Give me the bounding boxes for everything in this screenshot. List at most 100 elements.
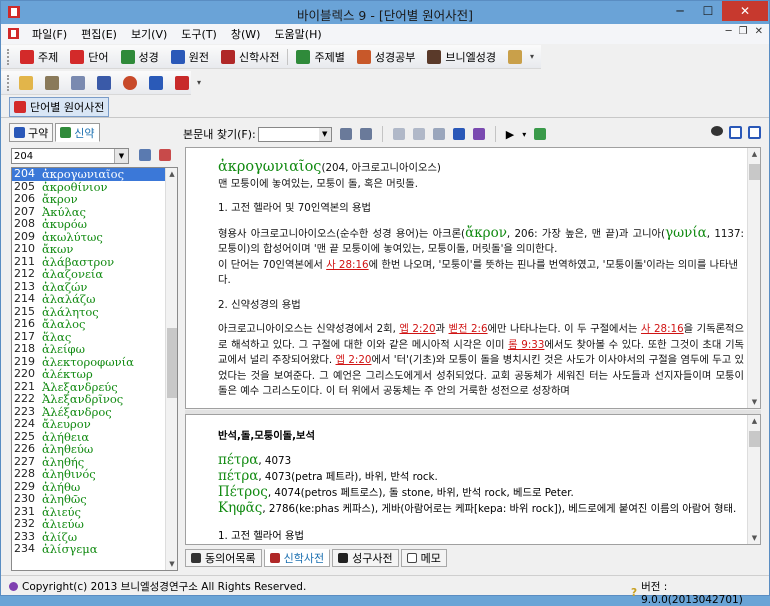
word-list-item[interactable]: 214 ἀλαλάζω [12, 293, 177, 306]
word-list-item[interactable]: 219 ἀλεκτοροφωνία [12, 355, 177, 369]
chevron-down-icon[interactable]: ▼ [114, 149, 128, 163]
word-list-item[interactable]: 217 ἅλας [12, 330, 177, 344]
toolbar-grip[interactable] [7, 74, 9, 91]
books-icon[interactable] [452, 128, 465, 140]
bible-button[interactable]: 성경 [115, 47, 165, 67]
theology-dictionary-button[interactable]: 신학사전 [215, 47, 285, 67]
scroll-down-icon[interactable]: ▼ [748, 396, 760, 408]
word-list-item[interactable]: 232 ἁλιεύω [12, 518, 177, 531]
calendar-button[interactable] [502, 47, 528, 67]
word-list-item[interactable]: 230 ἀληθῶς [12, 493, 177, 506]
word-list-item[interactable]: 222 Ἀλεξανδρῖνος [12, 393, 177, 406]
word-list-item[interactable]: 225 ἀλήθεια [12, 430, 177, 444]
scroll-down-icon[interactable]: ▼ [748, 532, 760, 544]
word-list-item[interactable]: 215 ἀλάλητος [12, 305, 177, 319]
play-icon[interactable]: ▶ [506, 128, 514, 141]
word-list-item[interactable]: 231 ἁλιεύς [12, 505, 177, 519]
tab-word-dictionary[interactable]: 단어별 원어사전 [9, 97, 110, 117]
tab-old-testament[interactable]: 구약 [9, 123, 54, 142]
word-list-item[interactable]: 212 ἀλαζονεία [12, 268, 177, 281]
refresh-icon[interactable] [534, 128, 547, 140]
tab-new-testament[interactable]: 신약 [55, 123, 100, 142]
mdi-doc-icon[interactable] [7, 27, 20, 40]
scroll-thumb[interactable] [749, 164, 760, 180]
highlight-icon[interactable] [472, 128, 485, 140]
toolbar-overflow-icon[interactable]: ▾ [197, 78, 201, 87]
word-list-item[interactable]: 216 ἄλαλος [12, 318, 177, 331]
word-list-item[interactable]: 220 ἀλέκτωρ [12, 368, 177, 381]
pdf-export-button[interactable] [169, 73, 195, 93]
word-list-item[interactable]: 208 ἀκυρόω [12, 218, 177, 231]
scroll-up-icon[interactable]: ▲ [748, 148, 760, 160]
word-list-item[interactable]: 229 ἀλήθω [12, 480, 177, 494]
menu-file[interactable]: 파일(F) [25, 26, 74, 42]
word-list-item[interactable]: 205 ἀκροθίνιον [12, 180, 177, 194]
scripture-link[interactable]: 벧전 2:6 [449, 323, 488, 335]
scroll-thumb[interactable] [749, 431, 760, 447]
find-prev-icon[interactable] [359, 128, 372, 140]
minimize-button[interactable]: ─ [666, 1, 694, 21]
tab-theology-dictionary[interactable]: 신학사전 [263, 549, 331, 567]
chevron-down-icon[interactable]: ▼ [318, 127, 331, 141]
word-list[interactable]: 204 ἀκρογωνιαῖος 205 ἀκροθίνιον 206 ἄκρον 207 Ἀ… [11, 167, 178, 571]
globe-button[interactable] [117, 73, 143, 93]
edit-button[interactable] [39, 73, 65, 93]
bible-study-button[interactable]: 성경공부 [351, 47, 421, 67]
scripture-link[interactable]: 엡 2:20 [336, 354, 372, 366]
word-search-input[interactable]: 204 ▼ [11, 148, 129, 164]
peniel-bible-button[interactable]: 브니엘성경 [421, 47, 502, 67]
mdi-restore-icon[interactable]: ❐ [739, 26, 748, 37]
word-list-item[interactable]: 210 ἄκων [12, 243, 177, 256]
menu-window[interactable]: 창(W) [224, 26, 268, 42]
eye-icon[interactable] [711, 126, 723, 136]
open-folder-button[interactable] [13, 73, 39, 93]
word-list-item[interactable]: 227 ἀληθής [12, 455, 177, 469]
page-text-icon[interactable] [412, 128, 425, 140]
page-icon[interactable] [392, 128, 405, 140]
scripture-link[interactable]: 사 28:16 [641, 323, 684, 335]
menu-view[interactable]: 보기(V) [124, 26, 174, 42]
word-list-item[interactable]: 221 Ἀλεξανδρεύς [12, 380, 177, 394]
word-list-item[interactable]: 228 ἀληθινός [12, 468, 177, 481]
word-list-item[interactable]: 206 ἄκρον [12, 193, 177, 206]
related-words-view[interactable]: 반석,돌,모퉁이돌,보석 πέτρα, 4073 πέτρα, 4073(pet… [185, 414, 761, 545]
toolbar-overflow-icon[interactable]: ▾ [530, 52, 534, 61]
save-button[interactable] [91, 73, 117, 93]
layout-single-icon[interactable] [729, 126, 742, 139]
maximize-button[interactable]: ☐ [694, 1, 722, 21]
menu-edit[interactable]: 편집(E) [74, 26, 124, 42]
word-list-item[interactable]: 223 Ἀλέξανδρος [12, 405, 177, 419]
word-list-item[interactable]: 204 ἀκρογωνιαῖος [12, 168, 177, 181]
scripture-link[interactable]: 롬 9:33 [508, 339, 544, 351]
related-scrollbar[interactable]: ▲ ▼ [747, 415, 760, 544]
mdi-close-icon[interactable]: ✕ [755, 26, 763, 37]
tab-synonyms[interactable]: 동의어목록 [185, 549, 262, 567]
entry-scrollbar[interactable]: ▲ ▼ [747, 148, 760, 408]
tab-memo[interactable]: 메모 [400, 549, 447, 567]
word-list-scrollbar[interactable]: ▲ ▼ [165, 168, 177, 570]
word-list-item[interactable]: 218 ἀλείφω [12, 343, 177, 356]
word-list-item[interactable]: 213 ἀλαζών [12, 280, 177, 294]
scripture-link[interactable]: 사 28:16 [326, 259, 368, 271]
word-button[interactable]: 단어 [64, 47, 114, 67]
original-text-button[interactable]: 원전 [165, 47, 215, 67]
scroll-up-icon[interactable]: ▲ [166, 168, 177, 180]
word-list-item[interactable]: 234 ἀλίσγεμα [12, 543, 177, 556]
menu-tools[interactable]: 도구(T) [174, 26, 224, 42]
word-list-item[interactable]: 211 ἀλάβαστρον [12, 255, 177, 269]
scroll-up-icon[interactable]: ▲ [748, 415, 760, 427]
menu-help[interactable]: 도움말(H) [267, 26, 328, 42]
tab-concordance[interactable]: 성구사전 [332, 549, 399, 567]
word-list-item[interactable]: 233 ἁλίζω [12, 530, 177, 544]
search-go-icon[interactable] [139, 149, 151, 161]
word-list-item[interactable]: 209 ἀκωλύτως [12, 230, 177, 244]
find-next-icon[interactable] [339, 128, 352, 140]
layout-split-icon[interactable] [748, 126, 761, 139]
close-button[interactable]: ✕ [722, 1, 768, 21]
topic-button[interactable]: 주제 [14, 47, 64, 67]
scroll-thumb[interactable] [167, 328, 177, 398]
play-options-icon[interactable]: ▾ [522, 130, 526, 139]
word-list-item[interactable]: 207 Ἀκύλας [12, 205, 177, 219]
word-list-item[interactable]: 224 ἄλευρον [12, 418, 177, 431]
title-bar[interactable]: 바이블렉스 9 - [단어별 원어사전] ─ ☐ ✕ [1, 1, 769, 24]
